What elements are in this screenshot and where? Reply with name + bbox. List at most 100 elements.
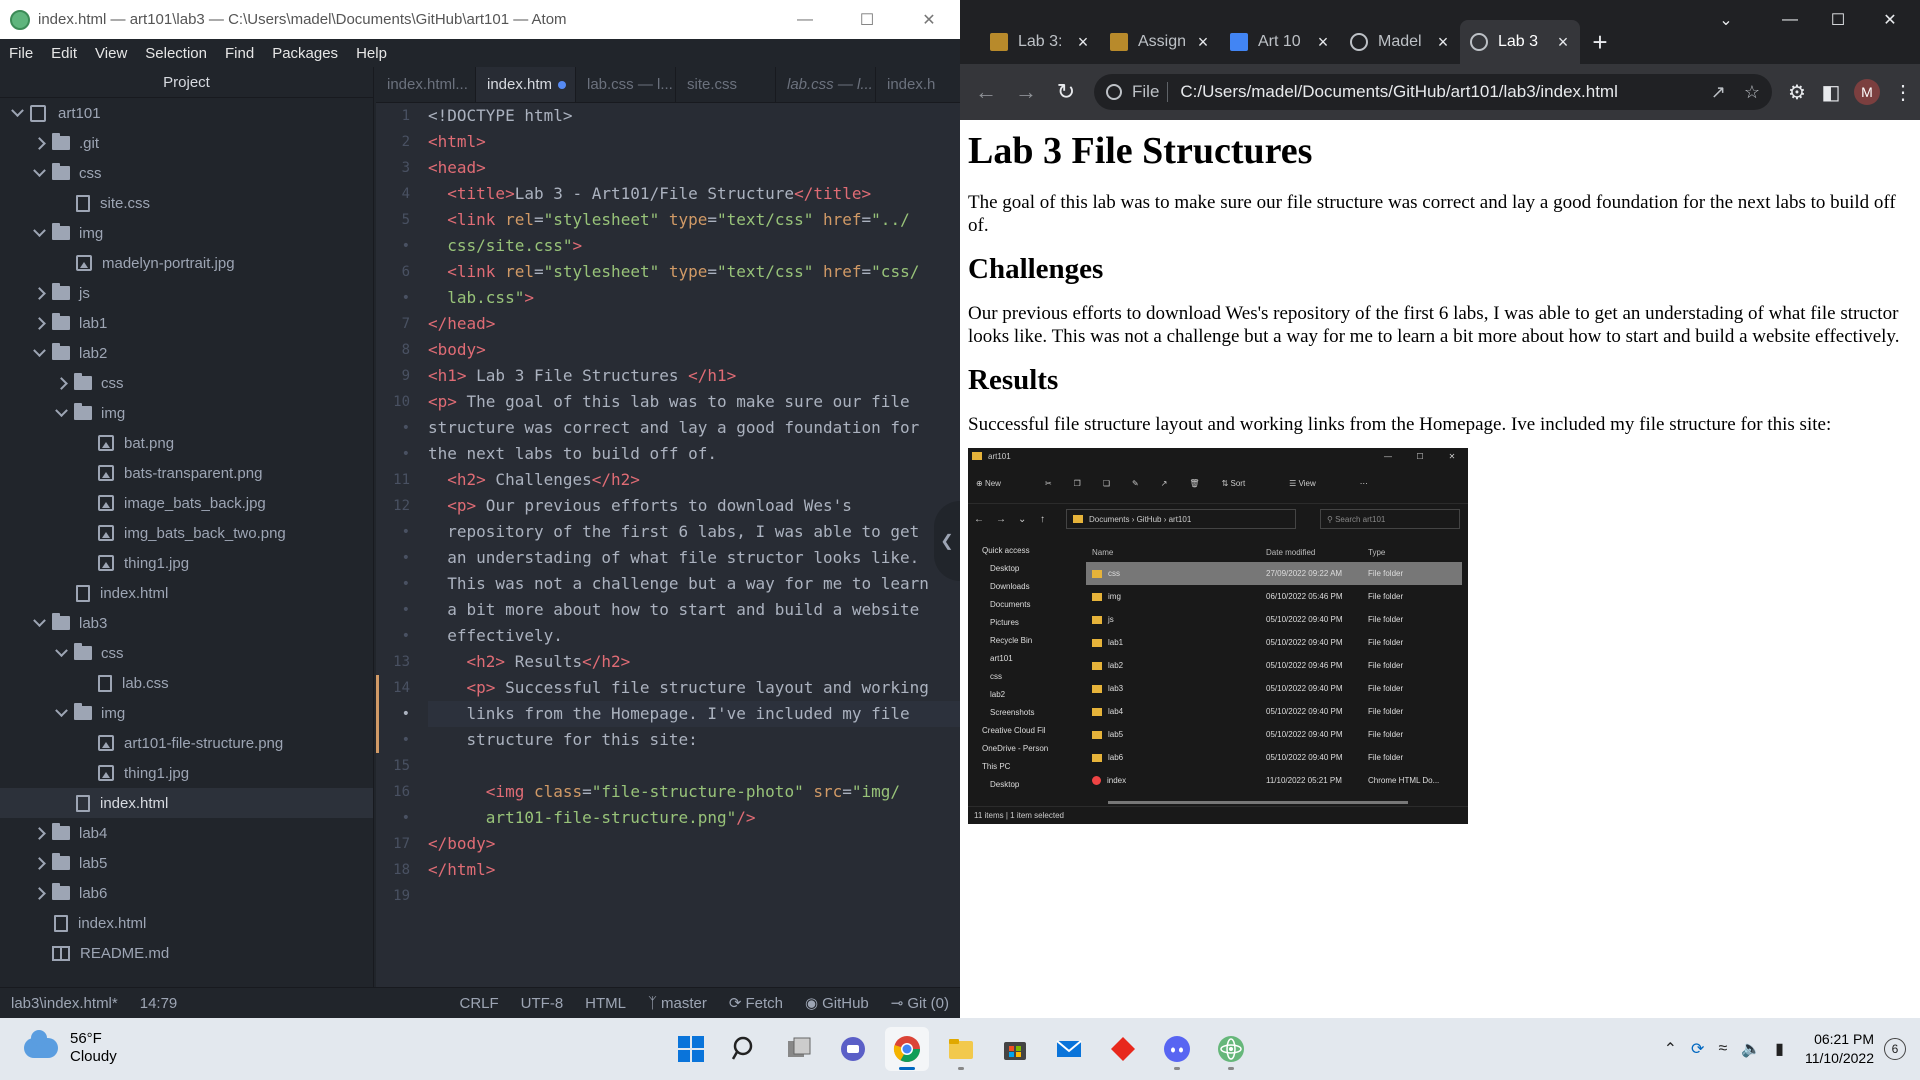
tree-item[interactable]: bat.png: [0, 428, 373, 458]
code-line[interactable]: <head>: [428, 155, 960, 181]
tree-item[interactable]: js: [0, 278, 373, 308]
start-button[interactable]: [669, 1027, 713, 1071]
wifi-icon[interactable]: ≈: [1718, 1040, 1727, 1058]
browser-tab[interactable]: Lab 3: ×: [980, 20, 1100, 64]
code-lines[interactable]: <!DOCTYPE html> <html> <head> <title>Lab 3…: [428, 103, 960, 909]
chevron-right-icon[interactable]: [32, 316, 46, 330]
tree-item[interactable]: index.html: [0, 788, 373, 818]
code-line[interactable]: lab.css">: [428, 285, 960, 311]
code-line[interactable]: effectively.: [428, 623, 960, 649]
code-line[interactable]: an understading of what file structor lo…: [428, 545, 960, 571]
editor-tab[interactable]: lab.css — l...: [776, 67, 876, 102]
status-github[interactable]: ◉ GitHub: [794, 994, 880, 1012]
tree-item[interactable]: madelyn-portrait.jpg: [0, 248, 373, 278]
code-line[interactable]: repository of the first 6 labs, I was ab…: [428, 519, 960, 545]
editor-tab[interactable]: index.h: [876, 67, 960, 102]
close-tab-icon[interactable]: ×: [1436, 32, 1450, 53]
profile-avatar[interactable]: M: [1854, 79, 1880, 105]
close-tab-icon[interactable]: ×: [1196, 32, 1210, 53]
chevron-down-icon[interactable]: [32, 166, 46, 180]
chevron-down-icon[interactable]: [54, 706, 68, 720]
code-line[interactable]: a bit more about how to start and build …: [428, 597, 960, 623]
tree-item[interactable]: css: [0, 638, 373, 668]
tree-item[interactable]: index.html: [0, 578, 373, 608]
search-button[interactable]: [723, 1027, 767, 1071]
extensions-puzzle-icon[interactable]: ⚙: [1780, 80, 1814, 105]
code-line[interactable]: the next labs to build off of.: [428, 441, 960, 467]
menu-selection[interactable]: Selection: [136, 45, 216, 62]
tree-item[interactable]: image_bats_back.jpg: [0, 488, 373, 518]
code-line[interactable]: <h2> Challenges</h2>: [428, 467, 960, 493]
tree-item[interactable]: bats-transparent.png: [0, 458, 373, 488]
menu-file[interactable]: File: [0, 45, 42, 62]
status-branch[interactable]: ᛉ master: [637, 995, 718, 1012]
volume-icon[interactable]: 🔈: [1741, 1039, 1761, 1059]
back-arrow-icon[interactable]: ←: [966, 79, 1006, 105]
tree-item[interactable]: thing1.jpg: [0, 548, 373, 578]
status-git[interactable]: ⊸ Git (0): [880, 994, 960, 1012]
code-line[interactable]: art101-file-structure.png"/>: [428, 805, 960, 831]
side-panel-icon[interactable]: ◧: [1814, 80, 1848, 105]
new-tab-plus-icon[interactable]: +: [1580, 20, 1620, 64]
tree-item[interactable]: lab4: [0, 818, 373, 848]
code-line[interactable]: <link rel="stylesheet" type="text/css" h…: [428, 207, 960, 233]
status-cursor-position[interactable]: 14:79: [129, 995, 189, 1012]
code-line[interactable]: <p> Our previous efforts to download Wes…: [428, 493, 960, 519]
code-line[interactable]: structure was correct and lay a good fou…: [428, 415, 960, 441]
tree-item[interactable]: lab6: [0, 878, 373, 908]
battery-icon[interactable]: ▮: [1775, 1039, 1784, 1059]
forward-arrow-icon[interactable]: →: [1006, 79, 1046, 105]
chevron-down-icon[interactable]: [54, 406, 68, 420]
atom-button[interactable]: [1209, 1027, 1253, 1071]
code-line[interactable]: links from the Homepage. I've included m…: [428, 701, 960, 727]
tree-item[interactable]: img: [0, 218, 373, 248]
tree-item[interactable]: img_bats_back_two.png: [0, 518, 373, 548]
code-line[interactable]: <h1> Lab 3 File Structures </h1>: [428, 363, 960, 389]
maximize-button[interactable]: ☐: [836, 0, 898, 39]
editor-tab[interactable]: site.css: [676, 67, 776, 102]
chevron-down-icon[interactable]: [32, 346, 46, 360]
close-tab-icon[interactable]: ×: [1076, 32, 1090, 53]
share-icon[interactable]: ↗: [1711, 82, 1726, 103]
browser-tab[interactable]: Assign ×: [1100, 20, 1220, 64]
chrome-close-button[interactable]: ✕: [1862, 0, 1918, 40]
tree-item[interactable]: README.md: [0, 938, 373, 968]
code-line[interactable]: structure for this site:: [428, 727, 960, 753]
tree-item[interactable]: thing1.jpg: [0, 758, 373, 788]
task-view-button[interactable]: [777, 1027, 821, 1071]
editor-tab[interactable]: index.htm: [476, 67, 576, 102]
code-editor[interactable]: 1 2 3 4 5 • 6 • 7 8 9 10 • • 11 12 • • • • • 13 14 • • 15 16 • 17 18 1…: [376, 103, 960, 987]
code-line[interactable]: <h2> Results</h2>: [428, 649, 960, 675]
collapse-panel-chevron-icon[interactable]: ❮: [934, 501, 960, 581]
tree-item[interactable]: lab.css: [0, 668, 373, 698]
browser-tab[interactable]: Madel ×: [1340, 20, 1460, 64]
tree-item[interactable]: img: [0, 698, 373, 728]
code-line[interactable]: css/site.css">: [428, 233, 960, 259]
chevron-down-icon[interactable]: [10, 106, 24, 120]
menu-help[interactable]: Help: [347, 45, 396, 62]
chevron-right-icon[interactable]: [32, 886, 46, 900]
tree-item[interactable]: art101-file-structure.png: [0, 728, 373, 758]
tree-item[interactable]: css: [0, 158, 373, 188]
status-file-path[interactable]: lab3\index.html*: [0, 995, 129, 1012]
chevron-down-icon[interactable]: [32, 226, 46, 240]
chrome-menu-kebab-icon[interactable]: ⋮: [1886, 80, 1920, 105]
chrome-maximize-button[interactable]: ☐: [1810, 0, 1866, 40]
chevron-right-icon[interactable]: [32, 286, 46, 300]
menu-view[interactable]: View: [86, 45, 136, 62]
sync-icon[interactable]: ⟳: [1691, 1039, 1704, 1059]
file-explorer-button[interactable]: [939, 1027, 983, 1071]
tree-item[interactable]: lab2: [0, 338, 373, 368]
site-info-icon[interactable]: [1106, 84, 1122, 100]
chrome-taskbar-button[interactable]: [885, 1027, 929, 1071]
weather-widget[interactable]: 56°F Cloudy: [24, 1030, 117, 1066]
code-line[interactable]: <body>: [428, 337, 960, 363]
tree-item[interactable]: index.html: [0, 908, 373, 938]
menu-packages[interactable]: Packages: [263, 45, 347, 62]
tree-item[interactable]: art101: [0, 98, 373, 128]
notification-badge[interactable]: 6: [1884, 1038, 1906, 1060]
status-line-ending[interactable]: CRLF: [449, 995, 510, 1012]
menu-find[interactable]: Find: [216, 45, 263, 62]
tree-item[interactable]: css: [0, 368, 373, 398]
tray-overflow-chevron-icon[interactable]: ⌃: [1664, 1039, 1677, 1059]
